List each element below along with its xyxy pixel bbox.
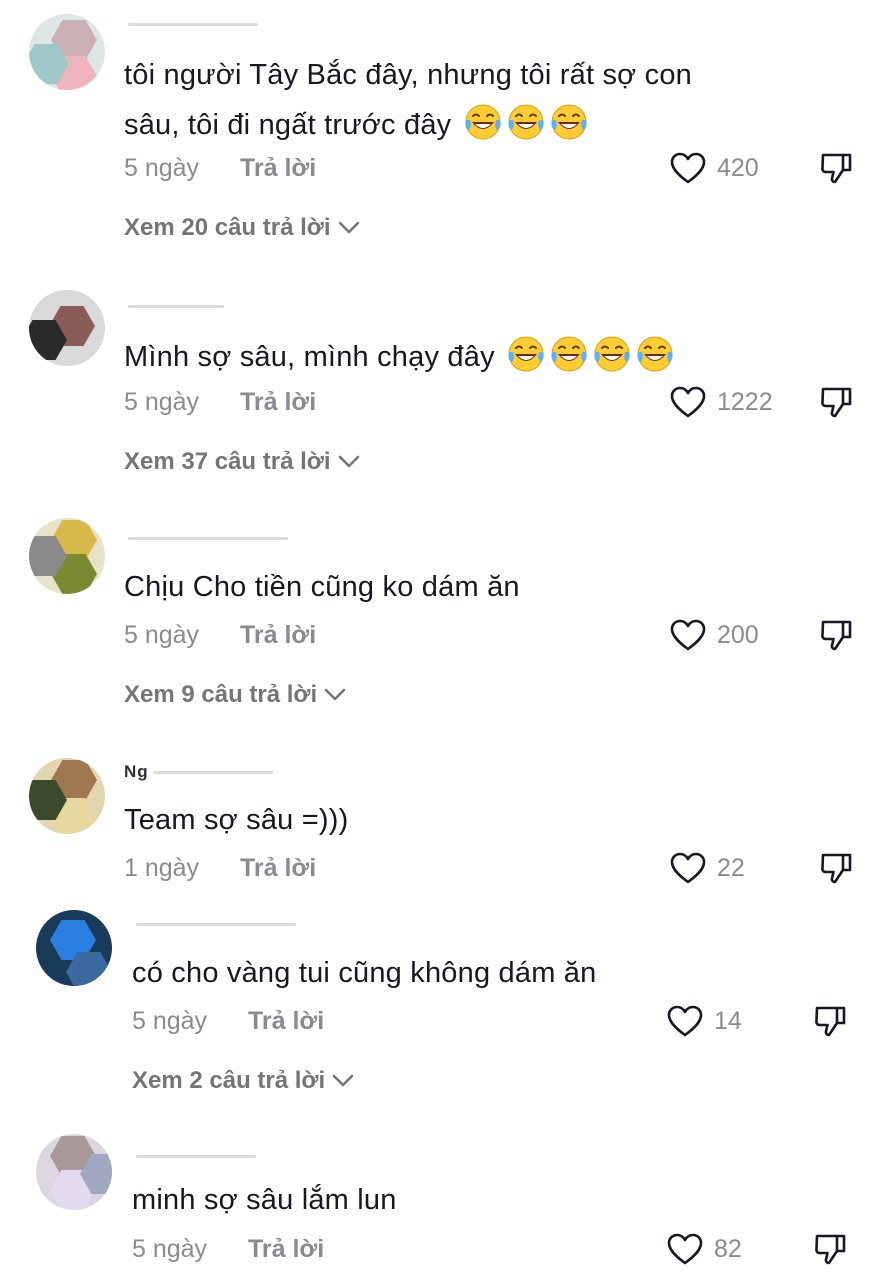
heart-outline-icon (669, 851, 707, 885)
dislike-button[interactable] (818, 850, 854, 891)
thumbs-down-icon (812, 1231, 848, 1267)
avatar[interactable] (36, 1134, 112, 1210)
comment-text: có cho vàng tui cũng không dám ăn (132, 957, 597, 989)
dislike-button[interactable] (818, 150, 854, 191)
heart-outline-icon (669, 618, 707, 652)
comment-meta: 5 ngày Trả lời (124, 621, 316, 650)
dislike-button[interactable] (818, 384, 854, 425)
like-button[interactable]: 200 (669, 618, 759, 652)
dislike-button[interactable] (812, 1231, 848, 1272)
thumbs-down-icon (812, 1003, 848, 1039)
comment-date: 1 ngày (124, 854, 200, 882)
chevron-down-icon (337, 454, 361, 470)
face-with-tears-of-joy-icon (549, 102, 589, 142)
comment-text: Mình sợ sâu, mình chạy đây (124, 332, 824, 382)
chevron-down-icon (337, 220, 361, 236)
username[interactable] (124, 14, 258, 34)
face-with-tears-of-joy-icon (463, 102, 503, 142)
comment-meta: 1 ngày Trả lời (124, 854, 316, 883)
comment-text: tôi người Tây Bắc đây, nhưng tôi rất sợ … (124, 59, 692, 142)
view-replies-button[interactable]: Xem 37 câu trả lời (124, 448, 361, 476)
comment-text: Chịu Cho tiền cũng ko dám ăn (124, 571, 520, 603)
thumbs-down-icon (818, 384, 854, 420)
comment-date: 5 ngày (124, 388, 200, 416)
comment-meta: 5 ngày Trả lời (124, 388, 316, 417)
reply-button[interactable]: Trả lời (240, 388, 316, 417)
username[interactable]: Ng (124, 762, 273, 782)
avatar[interactable] (29, 290, 105, 366)
like-button[interactable]: 14 (666, 1004, 742, 1038)
avatar[interactable] (29, 14, 105, 90)
username[interactable] (124, 528, 288, 548)
like-count: 1222 (717, 387, 773, 416)
like-button[interactable]: 420 (669, 151, 759, 185)
thumbs-down-icon (818, 617, 854, 653)
like-count: 14 (714, 1006, 742, 1035)
comment-text: minh sợ sâu lắm lun (132, 1184, 397, 1216)
like-count: 22 (717, 853, 745, 882)
thumbs-down-icon (818, 850, 854, 886)
comment-meta: 5 ngày Trả lời (124, 154, 316, 183)
username[interactable] (132, 914, 296, 934)
comment-date: 5 ngày (124, 621, 200, 649)
avatar[interactable] (36, 910, 112, 986)
heart-outline-icon (669, 151, 707, 185)
dislike-button[interactable] (812, 1003, 848, 1044)
comment-meta: 5 ngày Trả lời (132, 1007, 324, 1036)
like-count: 200 (717, 620, 759, 649)
like-count: 420 (717, 153, 759, 182)
comment-date: 5 ngày (124, 154, 200, 182)
face-with-tears-of-joy-icon (506, 102, 546, 142)
heart-outline-icon (666, 1232, 704, 1266)
heart-outline-icon (666, 1004, 704, 1038)
like-button[interactable]: 82 (666, 1232, 742, 1266)
username[interactable] (124, 296, 224, 316)
chevron-down-icon (331, 1073, 355, 1089)
reply-button[interactable]: Trả lời (240, 621, 316, 650)
comment-text: Team sợ sâu =))) (124, 804, 349, 836)
face-with-tears-of-joy-icon (592, 334, 632, 374)
reply-button[interactable]: Trả lời (240, 854, 316, 883)
view-replies-button[interactable]: Xem 9 câu trả lời (124, 681, 347, 709)
username[interactable] (132, 1146, 256, 1166)
like-button[interactable]: 1222 (669, 385, 773, 419)
reply-button[interactable]: Trả lời (248, 1007, 324, 1036)
like-button[interactable]: 22 (669, 851, 745, 885)
thumbs-down-icon (818, 150, 854, 186)
face-with-tears-of-joy-icon (549, 334, 589, 374)
reply-button[interactable]: Trả lời (248, 1235, 324, 1264)
heart-outline-icon (669, 385, 707, 419)
chevron-down-icon (323, 687, 347, 703)
reply-button[interactable]: Trả lời (240, 154, 316, 183)
avatar[interactable] (29, 758, 105, 834)
dislike-button[interactable] (818, 617, 854, 658)
comment-date: 5 ngày (132, 1235, 208, 1263)
comment-meta: 5 ngày Trả lời (132, 1235, 324, 1264)
view-replies-button[interactable]: Xem 2 câu trả lời (132, 1067, 355, 1095)
face-with-tears-of-joy-icon (635, 334, 675, 374)
view-replies-button[interactable]: Xem 20 câu trả lời (124, 214, 361, 242)
like-count: 82 (714, 1234, 742, 1263)
comment-date: 5 ngày (132, 1007, 208, 1035)
avatar[interactable] (29, 518, 105, 594)
face-with-tears-of-joy-icon (506, 334, 546, 374)
